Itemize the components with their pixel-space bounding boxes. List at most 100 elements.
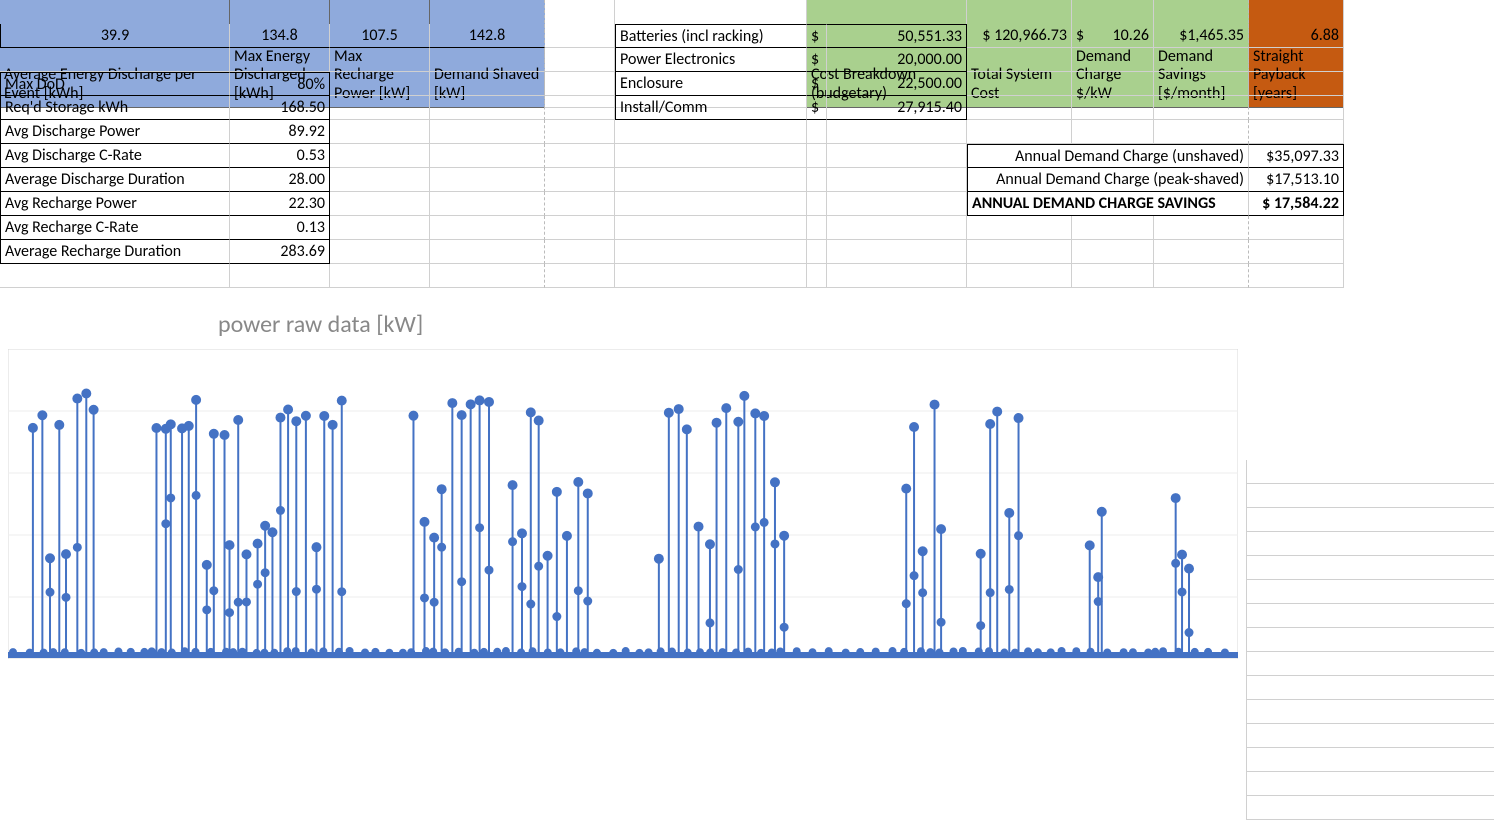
cell-blank[interactable] — [827, 264, 967, 288]
value-straight-payback[interactable]: 6.88 — [1249, 24, 1344, 48]
cost-amount-0[interactable]: 50,551.33 — [827, 24, 967, 48]
cell-blank[interactable] — [330, 168, 430, 192]
cell-blank[interactable] — [545, 168, 615, 192]
cell-blank[interactable] — [967, 72, 1072, 96]
cell-blank[interactable] — [545, 144, 615, 168]
cell-blank[interactable] — [967, 120, 1072, 144]
spreadsheet-grid[interactable]: Average Energy Discharge per Event [kWh]… — [0, 0, 1494, 288]
cell-blank[interactable] — [430, 192, 545, 216]
cell-blank[interactable] — [430, 96, 545, 120]
metric-label-2[interactable]: Avg Discharge Power — [0, 120, 230, 144]
value-demand-savings[interactable]: $1,465.35 — [1154, 24, 1249, 48]
cell-blank[interactable] — [1072, 96, 1154, 120]
cell-blank[interactable] — [807, 168, 827, 192]
cell-blank[interactable] — [330, 72, 430, 96]
cost-label-0[interactable]: Batteries (incl racking) — [615, 24, 807, 48]
cell-blank[interactable] — [1154, 96, 1249, 120]
cell-blank[interactable] — [430, 72, 545, 96]
cell-blank[interactable] — [967, 240, 1072, 264]
metric-value-7[interactable]: 283.69 — [230, 240, 330, 264]
cell-blank[interactable] — [545, 240, 615, 264]
metric-value-2[interactable]: 89.92 — [230, 120, 330, 144]
value-max-energy-discharged[interactable]: 134.8 — [230, 24, 330, 48]
cell-blank[interactable] — [330, 120, 430, 144]
cell-blank[interactable] — [807, 192, 827, 216]
annual-label-2[interactable]: ANNUAL DEMAND CHARGE SAVINGS — [967, 192, 1249, 216]
metric-label-4[interactable]: Average Discharge Duration — [0, 168, 230, 192]
cell-blank[interactable] — [1154, 264, 1249, 288]
value-demand-shaved[interactable]: 142.8 — [430, 24, 545, 48]
cell-blank[interactable] — [1072, 240, 1154, 264]
cell-blank[interactable] — [330, 144, 430, 168]
annual-label-1[interactable]: Annual Demand Charge (peak-shaved) — [967, 168, 1249, 192]
cell-blank[interactable] — [545, 264, 615, 288]
metric-value-6[interactable]: 0.13 — [230, 216, 330, 240]
cell-blank[interactable] — [615, 144, 807, 168]
cell-blank[interactable] — [1249, 72, 1344, 96]
cost-curr-1[interactable]: $ — [807, 48, 827, 72]
cost-label-3[interactable]: Install/Comm — [615, 96, 807, 120]
cell-blank[interactable] — [1249, 120, 1344, 144]
metric-label-7[interactable]: Average Recharge Duration — [0, 240, 230, 264]
metric-value-0[interactable]: 80% — [230, 72, 330, 96]
cell-blank[interactable] — [1154, 216, 1249, 240]
cell-blank[interactable] — [615, 192, 807, 216]
cell-blank[interactable] — [615, 264, 807, 288]
metric-value-4[interactable]: 28.00 — [230, 168, 330, 192]
cell-blank[interactable] — [1249, 48, 1344, 72]
cell-blank[interactable] — [1249, 96, 1344, 120]
cell-blank[interactable] — [430, 264, 545, 288]
value-max-recharge-power[interactable]: 107.5 — [330, 24, 430, 48]
metric-value-1[interactable]: 168.50 — [230, 96, 330, 120]
cell-blank[interactable] — [545, 24, 615, 48]
cell-blank[interactable] — [230, 264, 330, 288]
cell-blank[interactable] — [827, 144, 967, 168]
cell-blank[interactable] — [330, 216, 430, 240]
cell-blank[interactable] — [807, 264, 827, 288]
cell-blank[interactable] — [615, 240, 807, 264]
cost-curr-0[interactable]: $ — [807, 24, 827, 48]
cell-blank[interactable] — [807, 144, 827, 168]
cell-blank[interactable] — [1249, 216, 1344, 240]
annual-value-1[interactable]: $17,513.10 — [1249, 168, 1344, 192]
cell-blank[interactable] — [545, 192, 615, 216]
metric-value-3[interactable]: 0.53 — [230, 144, 330, 168]
cost-curr-3[interactable]: $ — [807, 96, 827, 120]
cell-blank[interactable] — [1072, 72, 1154, 96]
power-chart[interactable] — [8, 349, 1238, 659]
cell-blank[interactable] — [615, 168, 807, 192]
cell-blank[interactable] — [1154, 240, 1249, 264]
metric-label-0[interactable]: Max DoD — [0, 72, 230, 96]
cell-blank[interactable] — [1154, 120, 1249, 144]
cell-blank[interactable] — [1072, 48, 1154, 72]
cell-blank[interactable] — [330, 264, 430, 288]
cell-blank[interactable] — [807, 120, 827, 144]
cell-blank[interactable] — [1154, 48, 1249, 72]
cell-blank[interactable] — [1072, 216, 1154, 240]
cell-blank[interactable] — [1154, 72, 1249, 96]
cost-curr-2[interactable]: $ — [807, 72, 827, 96]
cost-amount-2[interactable]: 22,500.00 — [827, 72, 967, 96]
cell-blank[interactable] — [827, 192, 967, 216]
cell-blank[interactable] — [967, 96, 1072, 120]
metric-label-6[interactable]: Avg Recharge C-Rate — [0, 216, 230, 240]
cell-blank[interactable] — [0, 264, 230, 288]
cell-blank[interactable] — [330, 240, 430, 264]
metric-label-1[interactable]: Req'd Storage kWh — [0, 96, 230, 120]
cell-blank[interactable] — [330, 48, 430, 72]
cell-blank[interactable] — [430, 240, 545, 264]
cell-blank[interactable] — [545, 216, 615, 240]
cell-blank[interactable] — [0, 48, 230, 72]
cost-amount-1[interactable]: 20,000.00 — [827, 48, 967, 72]
cell-blank[interactable] — [967, 48, 1072, 72]
value-avg-energy-discharge[interactable]: 39.9 — [0, 24, 230, 48]
cell-blank[interactable] — [545, 96, 615, 120]
annual-value-0[interactable]: $35,097.33 — [1249, 144, 1344, 168]
cell-blank[interactable] — [615, 120, 807, 144]
cell-blank[interactable] — [615, 216, 807, 240]
cell-blank[interactable] — [967, 216, 1072, 240]
cost-amount-3[interactable]: 27,915.40 — [827, 96, 967, 120]
cell-blank[interactable] — [430, 168, 545, 192]
cell-blank[interactable] — [230, 48, 330, 72]
metric-label-5[interactable]: Avg Recharge Power — [0, 192, 230, 216]
